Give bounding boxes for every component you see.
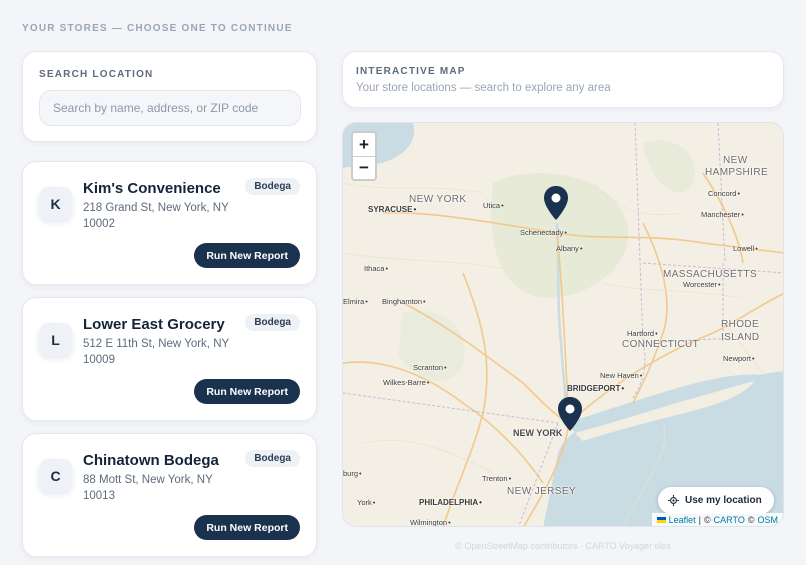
map-label-elmira: Elmira	[343, 297, 368, 306]
store-avatar: K	[39, 187, 72, 220]
search-label: SEARCH LOCATION	[39, 69, 154, 80]
map-label-newport: Newport	[723, 354, 755, 363]
zoom-in-button[interactable]: +	[353, 133, 375, 156]
crosshair-icon	[668, 495, 679, 506]
map-label-rhode-island-line1: RHODE	[721, 319, 760, 330]
map-pin-icon[interactable]	[557, 396, 583, 432]
use-my-location-label: Use my location	[685, 495, 762, 506]
search-input[interactable]	[39, 90, 301, 126]
map-pin-icon[interactable]	[543, 185, 569, 221]
store-card-kims-convenience[interactable]: K Kim's Convenience 218 Grand St, New Yo…	[22, 161, 317, 285]
use-my-location-button[interactable]: Use my location	[658, 487, 774, 514]
map-label-bridgeport: BRIDGEPORT	[567, 384, 624, 393]
store-type-badge: Bodega	[245, 314, 300, 331]
ukraine-flag-icon	[656, 516, 666, 523]
store-avatar: L	[39, 323, 72, 356]
map-label-albany: Albany	[556, 244, 583, 253]
store-address: 88 Mott St, New York, NY 10013	[83, 474, 213, 502]
map-label-new-jersey: NEW JERSEY	[507, 486, 577, 497]
attribution-copyright: ©	[704, 514, 711, 525]
store-address: 512 E 11th St, New York, NY 10009	[83, 338, 229, 366]
map-label-new-hampshire-line2: HAMPSHIRE	[705, 167, 769, 178]
store-card-chinatown-bodega[interactable]: C Chinatown Bodega 88 Mott St, New York,…	[22, 433, 317, 557]
map-label-manchester: Manchester	[701, 210, 744, 219]
store-name: Kim's Convenience	[83, 180, 221, 197]
interactive-map[interactable]: + − NEW YORK SYRACUSE Utica Schenectady …	[342, 122, 784, 527]
map-label-scranton: Scranton	[413, 363, 447, 372]
map-attribution: Leaflet | © CARTO © OSM	[651, 513, 783, 526]
zoom-control: + −	[351, 131, 377, 181]
run-new-report-button[interactable]: Run New Report	[194, 515, 300, 540]
map-label-philadelphia: PHILADELPHIA	[419, 498, 482, 507]
zoom-out-button[interactable]: −	[353, 156, 375, 179]
map-label-burg: burg	[343, 469, 362, 478]
osm-link[interactable]: OSM	[757, 515, 778, 525]
map-base-tiles	[343, 123, 783, 526]
map-label-lowell: Lowell	[733, 244, 758, 253]
run-new-report-button[interactable]: Run New Report	[194, 243, 300, 268]
map-label-trenton: Trenton	[482, 474, 511, 483]
map-footer-note: © OpenStreetMap contributors · CARTO Voy…	[455, 541, 671, 551]
map-label-binghamton: Binghamton	[382, 297, 426, 306]
map-header-card: INTERACTIVE MAP Your store locations — s…	[342, 51, 784, 108]
page-heading: YOUR STORES — CHOOSE ONE TO CONTINUE	[22, 23, 293, 34]
carto-link[interactable]: CARTO	[714, 515, 745, 525]
search-card: SEARCH LOCATION	[22, 51, 317, 142]
map-label-wilmington: Wilmington	[410, 518, 451, 526]
map-label-new-york-city: NEW YORK	[513, 428, 563, 438]
store-type-badge: Bodega	[245, 178, 300, 195]
map-label-concord: Concord	[708, 189, 740, 198]
leaflet-link[interactable]: Leaflet	[669, 515, 696, 525]
store-type-badge: Bodega	[245, 450, 300, 467]
map-label-new-haven: New Haven	[600, 371, 642, 380]
map-label-worcester: Worcester	[683, 280, 721, 289]
map-label-ithaca: Ithaca	[364, 264, 388, 273]
map-label-schenectady: Schenectady	[520, 228, 567, 237]
map-label-york: York	[357, 498, 375, 507]
attribution-separator: |	[698, 514, 702, 525]
map-label-new-hampshire-line1: NEW	[723, 155, 748, 166]
map-title: INTERACTIVE MAP	[356, 66, 466, 77]
run-new-report-button[interactable]: Run New Report	[194, 379, 300, 404]
store-avatar: C	[39, 459, 72, 492]
store-card-lower-east-grocery[interactable]: L Lower East Grocery 512 E 11th St, New …	[22, 297, 317, 421]
map-label-connecticut: CONNECTICUT	[622, 339, 700, 350]
store-name: Lower East Grocery	[83, 316, 225, 333]
store-name: Chinatown Bodega	[83, 452, 219, 469]
map-label-rhode-island-line2: ISLAND	[721, 332, 760, 343]
map-subtitle: Your store locations — search to explore…	[356, 82, 611, 94]
attribution-copyright: ©	[747, 514, 755, 525]
map-label-massachusetts: MASSACHUSETTS	[663, 269, 758, 280]
map-label-utica: Utica	[483, 201, 504, 210]
map-label-new-york-state: NEW YORK	[409, 194, 467, 205]
map-label-hartford: Hartford	[627, 329, 658, 338]
map-label-syracuse: SYRACUSE	[368, 205, 416, 214]
map-label-wilkes-barre: Wilkes-Barre	[383, 378, 430, 387]
store-address: 218 Grand St, New York, NY 10002	[83, 202, 229, 230]
